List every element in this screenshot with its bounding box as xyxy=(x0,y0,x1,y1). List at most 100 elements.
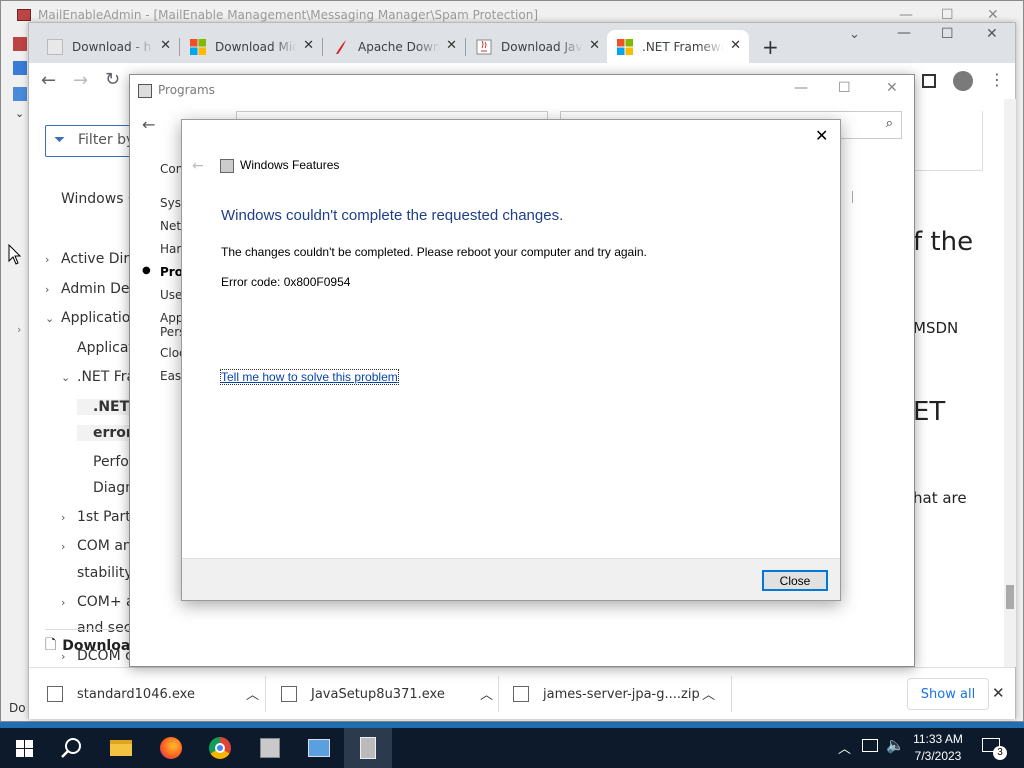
mmc-toolbar-icon[interactable] xyxy=(13,37,27,51)
back-icon[interactable]: ← xyxy=(41,70,56,91)
chevron-right-icon[interactable]: › xyxy=(61,511,77,524)
tab-close-icon[interactable]: ✕ xyxy=(160,38,171,53)
toc-item[interactable]: Perfor xyxy=(77,454,135,470)
download-item[interactable]: james-server-jpa-g....zip ︿ xyxy=(513,668,715,720)
maximize-icon[interactable]: ☐ xyxy=(941,7,954,23)
server-manager-icon xyxy=(260,738,280,758)
search-taskbar-button[interactable] xyxy=(48,728,96,768)
network-icon[interactable] xyxy=(862,739,878,752)
tab-close-icon[interactable]: ✕ xyxy=(303,38,314,53)
toc-item[interactable]: › COM+ a xyxy=(61,594,135,610)
download-filename: JavaSetup8u371.exe xyxy=(311,686,445,702)
tab-label: Download Jav... xyxy=(501,39,583,54)
help-link[interactable]: Tell me how to solve this problem xyxy=(220,369,399,385)
mmc-status-text: Do xyxy=(9,701,26,715)
download-filename: standard1046.exe xyxy=(77,686,195,702)
microsoft-logo-icon xyxy=(617,38,633,55)
toc-item[interactable]: Diagn xyxy=(77,480,134,496)
tab-download-java[interactable]: Download Jav... ✕ xyxy=(466,30,608,63)
close-icon[interactable]: ✕ xyxy=(986,26,998,42)
toc-item[interactable]: stability xyxy=(61,565,133,581)
toc-item[interactable]: › Admin Dev xyxy=(45,281,138,297)
clock-time: 11:33 AM xyxy=(913,732,963,746)
windows-features-icon xyxy=(220,159,234,173)
downloads-bar: standard1046.exe ︿ JavaSetup8u371.exe ︿ … xyxy=(29,667,1015,719)
tab-close-icon[interactable]: ✕ xyxy=(730,38,741,53)
heading-fragment: f the xyxy=(913,227,974,257)
mmc-icon xyxy=(308,739,330,757)
file-explorer-button[interactable] xyxy=(97,728,145,768)
tab-close-icon[interactable]: ✕ xyxy=(589,38,600,53)
chevron-up-icon[interactable]: ︿ xyxy=(246,684,259,703)
chevron-right-icon[interactable]: › xyxy=(61,540,77,553)
download-item[interactable]: JavaSetup8u371.exe ︿ xyxy=(281,668,493,720)
menu-icon[interactable]: ⋮ xyxy=(989,70,1005,89)
maximize-icon[interactable]: ☐ xyxy=(838,80,851,96)
minimize-icon[interactable]: — xyxy=(899,7,913,23)
scrollbar-thumb[interactable] xyxy=(1006,585,1014,609)
forward-icon[interactable]: → xyxy=(73,70,88,91)
mmc-toolbar-icon[interactable] xyxy=(13,87,27,101)
taskbar-clock[interactable]: 11:33 AM 7/3/2023 xyxy=(902,731,974,765)
tab-apache-download[interactable]: Apache Downl... ✕ xyxy=(323,30,465,63)
error-code: Error code: 0x800F0954 xyxy=(221,275,351,289)
sidebar-icon[interactable] xyxy=(922,74,936,88)
close-icon[interactable]: ✕ xyxy=(987,7,999,23)
chevron-up-icon[interactable]: ︿ xyxy=(480,684,493,703)
mmc-back-icon[interactable] xyxy=(13,61,27,75)
control-panel-taskbar-button[interactable] xyxy=(344,728,392,768)
toc-item[interactable]: ⌄ Application xyxy=(45,310,139,326)
close-downloads-icon[interactable]: ✕ xyxy=(992,684,1005,702)
profile-avatar[interactable] xyxy=(953,71,973,91)
mmc-taskbar-button[interactable] xyxy=(295,728,343,768)
back-arrow-icon[interactable]: ← xyxy=(192,158,204,174)
tab-search-icon[interactable]: ⌄ xyxy=(849,27,860,42)
maximize-icon[interactable]: ☐ xyxy=(941,26,954,42)
chevron-right-icon[interactable]: › xyxy=(17,323,21,336)
chevron-down-icon[interactable]: ⌄ xyxy=(61,371,77,384)
tab-download-microsoft[interactable]: Download Mic... ✕ xyxy=(180,30,322,63)
close-button[interactable]: Close xyxy=(762,570,828,591)
tab-download-h[interactable]: Download - h... ✕ xyxy=(37,30,179,63)
show-all-button[interactable]: Show all xyxy=(907,678,989,710)
chevron-right-icon[interactable]: › xyxy=(45,253,61,266)
reload-icon[interactable]: ↻ xyxy=(105,69,120,90)
toc-item-label: stability xyxy=(77,565,133,581)
error-message: The changes couldn't be completed. Pleas… xyxy=(221,245,647,259)
toc-item[interactable]: Windows C xyxy=(45,191,138,207)
server-manager-button[interactable] xyxy=(246,728,294,768)
new-tab-button[interactable]: + xyxy=(762,35,779,59)
chevron-right-icon[interactable]: › xyxy=(61,596,77,609)
firefox-icon xyxy=(160,737,182,759)
toc-item[interactable]: Applicati xyxy=(61,340,138,356)
tab-strip: Download - h... ✕ Download Mic... ✕ Apac… xyxy=(29,23,1015,63)
toc-item[interactable]: errors xyxy=(77,425,141,441)
back-icon[interactable]: ← xyxy=(142,115,155,134)
chevron-down-icon[interactable]: ⌄ xyxy=(45,312,61,325)
toc-item[interactable]: › 1st Party xyxy=(61,509,139,525)
minimize-icon[interactable]: — xyxy=(794,80,808,96)
notification-center-button[interactable]: 3 xyxy=(982,736,1007,760)
windows-features-dialog: ✕ ← Windows Features Windows couldn't co… xyxy=(181,119,841,601)
download-label: Downloa xyxy=(62,637,131,654)
toc-item-label: COM+ a xyxy=(77,594,135,610)
minimize-icon[interactable]: — xyxy=(897,25,911,41)
close-icon[interactable]: ✕ xyxy=(886,80,898,96)
clock-date: 7/3/2023 xyxy=(914,749,962,763)
chevron-up-icon[interactable]: ︿ xyxy=(838,738,851,757)
start-button[interactable] xyxy=(0,728,48,768)
cp-nav-item[interactable]: App xyxy=(160,311,183,325)
windows-logo-icon xyxy=(15,739,33,757)
download-item[interactable]: standard1046.exe ︿ xyxy=(47,668,259,720)
page-scrollbar[interactable] xyxy=(1004,99,1016,667)
toc-item[interactable]: .NET F xyxy=(77,399,144,415)
dialog-close-icon[interactable]: ✕ xyxy=(815,126,828,145)
tab-close-icon[interactable]: ✕ xyxy=(446,38,457,53)
tab-net-framework[interactable]: .NET Framewo... ✕ xyxy=(607,30,749,63)
chrome-button[interactable] xyxy=(196,728,244,768)
mmc-window-controls: — ☐ ✕ xyxy=(891,3,1011,23)
chevron-down-icon[interactable]: ⌄ xyxy=(15,107,24,120)
firefox-button[interactable] xyxy=(147,728,195,768)
chevron-up-icon[interactable]: ︿ xyxy=(702,684,715,703)
chevron-right-icon[interactable]: › xyxy=(45,283,61,296)
